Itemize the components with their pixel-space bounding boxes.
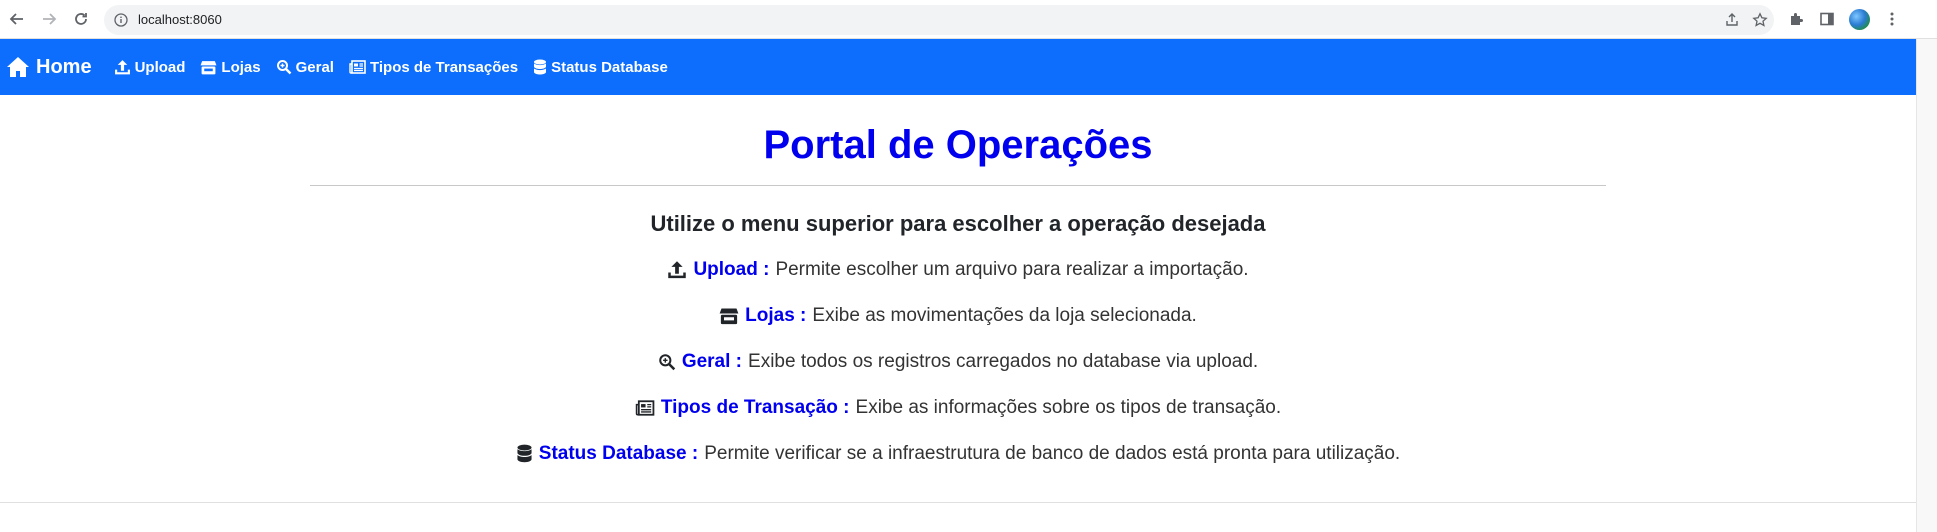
page-bottom-border <box>0 502 1916 503</box>
puzzle-icon <box>1791 13 1803 25</box>
kebab-menu-icon <box>1890 12 1894 26</box>
sidepanel-icon <box>1820 12 1834 26</box>
description-name: Status Database : <box>538 443 699 464</box>
main-content: Portal de Operações Utilize o menu super… <box>0 95 1916 468</box>
description-text: Permite verificar se a infraestrutura de… <box>704 443 1401 464</box>
nav-home-label: Home <box>36 55 92 78</box>
address-bar[interactable]: localhost:8060 <box>104 5 1774 35</box>
reload-button[interactable] <box>70 8 92 30</box>
description-text: Permite escolher um arquivo para realiza… <box>775 259 1249 280</box>
description-name: Tipos de Transação : <box>660 397 850 418</box>
extensions-button[interactable] <box>1787 10 1805 28</box>
description-name: Geral : <box>681 351 743 372</box>
title-divider <box>310 185 1606 186</box>
profile-avatar[interactable] <box>1849 9 1870 30</box>
nav-item-label: Upload <box>134 58 186 76</box>
description-status-database: Status Database : Permite verificar se a… <box>0 440 1916 468</box>
description-lojas: Lojas : Exibe as movimentações da loja s… <box>0 302 1916 330</box>
back-button[interactable] <box>6 8 28 30</box>
description-name: Lojas : <box>745 305 807 326</box>
nav-item-label: Tipos de Transações <box>369 58 519 76</box>
nav-item-upload[interactable]: Upload <box>114 58 186 76</box>
description-upload: Upload : Permite escolher um arquivo par… <box>0 256 1916 284</box>
description-tipos-transacao: Tipos de Transação : Exibe as informaçõe… <box>0 394 1916 422</box>
upload-icon <box>667 260 687 280</box>
forward-arrow-icon <box>43 13 57 25</box>
reload-icon <box>75 13 87 25</box>
search-icon <box>276 60 291 75</box>
app-navbar: Home Upload Lojas Geral Tipos de Transaç… <box>0 39 1916 95</box>
description-geral: Geral : Exibe todos os registros carrega… <box>0 348 1916 376</box>
search-icon <box>658 353 676 371</box>
upload-icon <box>114 59 130 74</box>
nav-home-link[interactable]: Home <box>6 56 92 79</box>
store-icon <box>200 60 217 74</box>
description-name: Upload : <box>693 259 770 280</box>
back-arrow-icon <box>9 13 23 25</box>
forward-button[interactable] <box>38 8 60 30</box>
home-icon <box>7 57 29 77</box>
nav-item-lojas[interactable]: Lojas <box>200 58 261 76</box>
store-icon <box>719 306 739 326</box>
nav-item-label: Geral <box>295 58 334 76</box>
description-text: Exibe todos os registros carregados no d… <box>748 351 1259 372</box>
nav-item-geral[interactable]: Geral <box>276 59 334 76</box>
newspaper-icon <box>635 399 655 417</box>
url-text[interactable]: localhost:8060 <box>138 12 222 27</box>
sidepanel-button[interactable] <box>1818 10 1836 28</box>
page-subtitle: Utilize o menu superior para escolher a … <box>650 211 1266 236</box>
nav-item-status-database[interactable]: Status Database <box>533 59 668 76</box>
database-icon <box>534 59 547 74</box>
page-title: Portal de Operações <box>763 123 1153 167</box>
share-icon[interactable] <box>1724 12 1740 28</box>
nav-item-label: Status Database <box>551 58 668 76</box>
database-icon <box>516 444 533 464</box>
nav-item-tipos-transacoes[interactable]: Tipos de Transações <box>349 59 518 76</box>
nav-item-label: Lojas <box>221 58 261 76</box>
star-icon[interactable] <box>1752 12 1768 28</box>
description-text: Exibe as informações sobre os tipos de t… <box>855 397 1282 418</box>
browser-toolbar: localhost:8060 <box>0 0 1937 39</box>
browser-menu-button[interactable] <box>1883 10 1901 28</box>
newspaper-icon <box>349 60 366 74</box>
scrollbar[interactable] <box>1916 39 1937 532</box>
info-icon[interactable] <box>114 13 128 27</box>
description-text: Exibe as movimentações da loja seleciona… <box>812 305 1197 326</box>
